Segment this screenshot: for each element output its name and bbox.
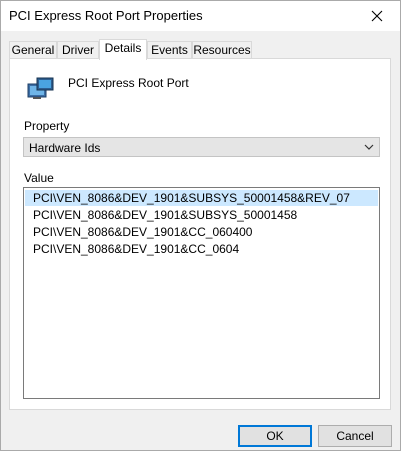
list-item[interactable]: PCI\VEN_8086&DEV_1901&SUBSYS_50001458&RE… xyxy=(25,190,378,206)
value-listbox[interactable]: PCI\VEN_8086&DEV_1901&SUBSYS_50001458&RE… xyxy=(23,187,380,399)
property-selected-value: Hardware Ids xyxy=(29,141,101,155)
chevron-down-icon xyxy=(364,144,374,150)
title-bar: PCI Express Root Port Properties xyxy=(1,1,400,31)
property-label: Property xyxy=(24,119,70,133)
tab-driver[interactable]: Driver xyxy=(57,41,99,59)
tab-details[interactable]: Details xyxy=(99,39,147,60)
property-dropdown[interactable]: Hardware Ids xyxy=(23,137,380,157)
list-item[interactable]: PCI\VEN_8086&DEV_1901&CC_060400 xyxy=(25,224,378,240)
ok-button[interactable]: OK xyxy=(238,425,312,447)
cancel-button[interactable]: Cancel xyxy=(318,425,392,447)
tab-general[interactable]: General xyxy=(9,41,57,59)
tab-resources[interactable]: Resources xyxy=(192,41,252,59)
device-name: PCI Express Root Port xyxy=(68,76,189,90)
list-item[interactable]: PCI\VEN_8086&DEV_1901&SUBSYS_50001458 xyxy=(25,207,378,223)
close-icon xyxy=(371,10,383,22)
window-title: PCI Express Root Port Properties xyxy=(9,8,203,23)
device-monitor-icon xyxy=(27,77,54,99)
tab-events[interactable]: Events xyxy=(147,41,192,59)
details-panel: PCI Express Root Port Property Hardware … xyxy=(9,58,391,410)
close-button[interactable] xyxy=(354,1,400,31)
tab-strip: General Driver Details Events Resources xyxy=(9,39,391,60)
list-item[interactable]: PCI\VEN_8086&DEV_1901&CC_0604 xyxy=(25,241,378,257)
properties-dialog: PCI Express Root Port Properties General… xyxy=(0,0,401,451)
value-label: Value xyxy=(24,171,54,185)
